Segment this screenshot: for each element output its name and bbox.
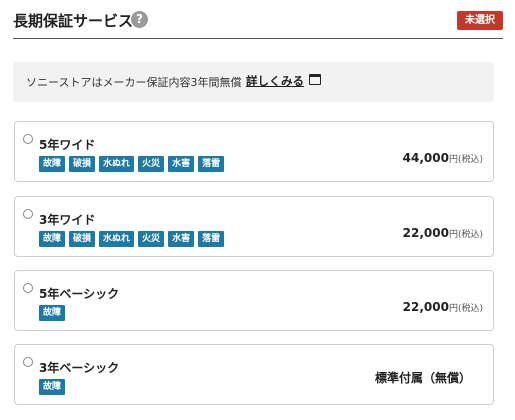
coverage-tag: 故障 — [39, 231, 66, 247]
standard-included-note: 標準付属（無償） — [374, 371, 471, 385]
status-badge: 未選択 — [457, 11, 503, 30]
plan-option-5yr-wide[interactable]: 5年ワイド 故障 破損 水ぬれ 火災 水害 落雷 44,000円(税込) — [14, 121, 494, 182]
coverage-tag: 落雷 — [198, 156, 225, 172]
price-amount: 22,000 — [402, 300, 449, 314]
window-open-icon[interactable] — [309, 74, 321, 85]
coverage-tag: 水ぬれ — [99, 156, 135, 172]
coverage-tags: 故障 — [39, 305, 66, 321]
plan-radio[interactable] — [23, 283, 33, 293]
coverage-tag: 火災 — [138, 231, 165, 247]
coverage-tag: 水害 — [168, 231, 195, 247]
plan-option-3yr-wide[interactable]: 3年ワイド 故障 破損 水ぬれ 火災 水害 落雷 22,000円(税込) — [14, 196, 494, 257]
section-title: 長期保証サービス — [13, 12, 134, 30]
coverage-tag: 水害 — [168, 156, 195, 172]
plan-option-3yr-basic[interactable]: 3年ベーシック 故障 標準付属（無償） — [14, 344, 494, 405]
coverage-tag: 落雷 — [198, 231, 225, 247]
info-box: ソニーストアはメーカー保証内容3年間無償 詳しくみる — [13, 62, 494, 102]
header-divider — [13, 38, 503, 39]
price-unit: 円(税込) — [448, 304, 483, 314]
coverage-tag: 故障 — [39, 156, 66, 172]
plan-name: 3年ベーシック — [39, 361, 120, 375]
coverage-tag: 火災 — [138, 156, 165, 172]
price-amount: 22,000 — [402, 226, 449, 240]
coverage-tag: 破損 — [69, 231, 96, 247]
details-link[interactable]: 詳しくみる — [246, 73, 304, 89]
plan-price: 22,000円(税込) — [403, 296, 483, 315]
section-header: 長期保証サービス ? 未選択 — [13, 7, 503, 41]
plan-price: 22,000円(税込) — [403, 222, 483, 241]
plan-radio[interactable] — [23, 209, 33, 219]
plan-name: 5年ベーシック — [39, 287, 120, 301]
help-icon[interactable]: ? — [131, 11, 148, 28]
plan-radio[interactable] — [23, 357, 33, 367]
plan-price: 44,000円(税込) — [403, 147, 483, 166]
coverage-tag: 故障 — [39, 305, 66, 321]
coverage-tags: 故障 破損 水ぬれ 火災 水害 落雷 — [39, 231, 225, 247]
plan-option-5yr-basic[interactable]: 5年ベーシック 故障 22,000円(税込) — [14, 270, 494, 331]
plan-name: 3年ワイド — [39, 213, 96, 227]
coverage-tags: 故障 破損 水ぬれ 火災 水害 落雷 — [39, 156, 225, 172]
plan-radio[interactable] — [23, 134, 33, 144]
coverage-tags: 故障 — [39, 379, 66, 395]
coverage-tag: 故障 — [39, 379, 66, 395]
coverage-tag: 破損 — [69, 156, 96, 172]
plan-name: 5年ワイド — [39, 138, 96, 152]
price-unit: 円(税込) — [448, 155, 483, 165]
price-unit: 円(税込) — [448, 230, 483, 240]
coverage-tag: 水ぬれ — [99, 231, 135, 247]
price-amount: 44,000 — [402, 151, 449, 165]
info-text: ソニーストアはメーカー保証内容3年間無償 — [26, 76, 242, 89]
